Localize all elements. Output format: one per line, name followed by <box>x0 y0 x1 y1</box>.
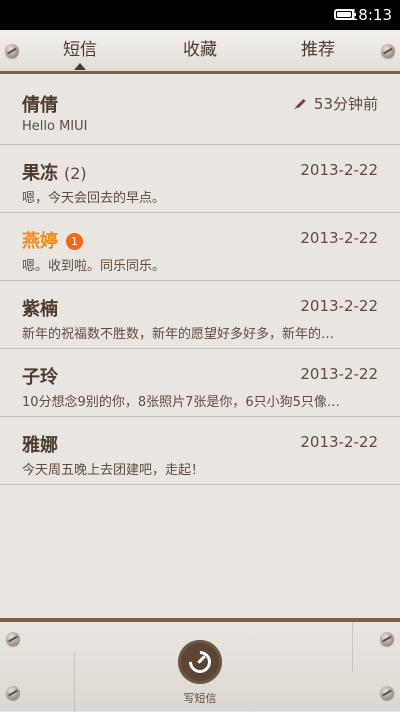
conversation-row[interactable]: 倩倩 53分钟前 Hello MIUI <box>0 77 400 145</box>
tab-label: 推荐 <box>301 40 335 60</box>
tab-recommended[interactable]: 推荐 <box>258 30 378 71</box>
message-time: 53分钟前 <box>296 93 378 114</box>
tab-favorites[interactable]: 收藏 <box>140 30 260 71</box>
status-bar: 18:13 <box>0 0 400 30</box>
screw-icon <box>6 686 20 700</box>
conversation-row[interactable]: 燕婷 1 2013-2-22 嗯。收到啦。同乐同乐。 <box>0 213 400 281</box>
contact-name: 果冻 (2) <box>22 163 87 184</box>
contact-name: 倩倩 <box>22 95 58 116</box>
message-preview: 新年的祝福数不胜数，新年的愿望好多好多，新年的… <box>22 327 335 342</box>
message-preview: 今天周五晚上去团建吧，走起！ <box>22 463 205 478</box>
compose-button[interactable] <box>178 640 222 684</box>
unread-badge: 1 <box>66 233 83 250</box>
message-date: 2013-2-22 <box>300 229 378 247</box>
tab-label: 短信 <box>63 40 97 60</box>
message-date: 2013-2-22 <box>300 297 378 315</box>
draft-pencil-icon <box>296 98 306 109</box>
message-date: 2013-2-22 <box>300 433 378 451</box>
screw-icon <box>5 44 19 58</box>
screw-icon <box>380 632 394 646</box>
contact-name: 紫楠 <box>22 299 58 320</box>
message-date: 2013-2-22 <box>300 161 378 179</box>
tab-messages[interactable]: 短信 <box>20 30 140 71</box>
panel-seam <box>352 622 353 672</box>
status-time: 18:13 <box>348 6 392 24</box>
message-preview: 嗯，今天会回去的早点。 <box>22 191 166 206</box>
conversation-list: 倩倩 53分钟前 Hello MIUI 果冻 (2) 2013-2-22 嗯，今天… <box>0 77 400 485</box>
contact-name: 燕婷 1 <box>22 227 83 253</box>
screw-icon <box>381 44 395 58</box>
contact-name: 子玲 <box>22 367 58 388</box>
compose-label: 写短信 <box>183 692 217 705</box>
screw-icon <box>380 686 394 700</box>
panel-seam <box>74 652 75 712</box>
conversation-row[interactable]: 果冻 (2) 2013-2-22 嗯，今天会回去的早点。 <box>0 145 400 213</box>
active-tab-indicator-icon <box>74 63 86 70</box>
message-preview: 嗯。收到啦。同乐同乐。 <box>22 259 166 274</box>
conversation-row[interactable]: 雅娜 2013-2-22 今天周五晚上去团建吧，走起！ <box>0 417 400 485</box>
tab-bar: 短信 收藏 推荐 <box>0 30 400 74</box>
message-preview: Hello MIUI <box>22 119 88 134</box>
conversation-row[interactable]: 子玲 2013-2-22 10分想念9别的你，8张照片7张是你，6只小狗5只像… <box>0 349 400 417</box>
message-date: 2013-2-22 <box>300 365 378 383</box>
conversation-row[interactable]: 紫楠 2013-2-22 新年的祝福数不胜数，新年的愿望好多好多，新年的… <box>0 281 400 349</box>
tab-label: 收藏 <box>183 40 217 60</box>
contact-name: 雅娜 <box>22 435 58 456</box>
screw-icon <box>6 632 20 646</box>
message-preview: 10分想念9别的你，8张照片7张是你，6只小狗5只像… <box>22 395 340 410</box>
message-count: (2) <box>64 164 87 183</box>
bottom-bar: 写短信 <box>0 618 400 712</box>
